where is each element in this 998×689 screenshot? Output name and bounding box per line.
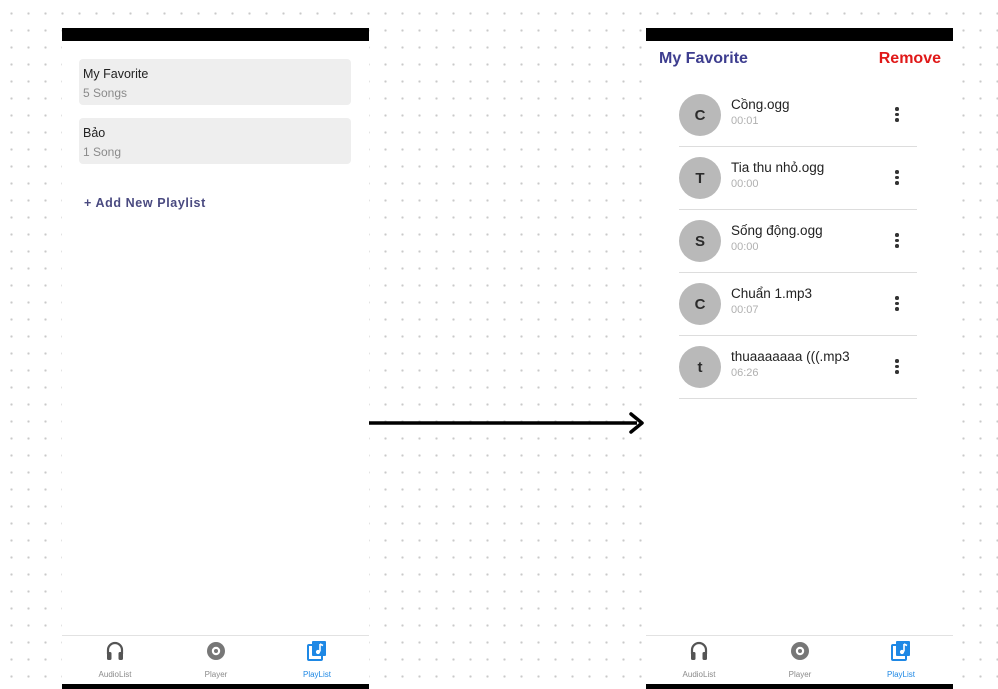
song-title: Cồng.ogg bbox=[731, 97, 790, 112]
nav-audiolist[interactable]: AudioList bbox=[75, 640, 155, 682]
bottom-navigation: AudioList Player PlayList bbox=[62, 635, 369, 684]
song-title: Tia thu nhỏ.ogg bbox=[731, 160, 825, 175]
status-bar bbox=[646, 28, 953, 41]
song-row[interactable]: C Cồng.ogg 00:01 bbox=[679, 84, 917, 147]
bottom-navigation: AudioList Player PlayList bbox=[646, 635, 953, 684]
playlist-card-bao[interactable]: Bảo 1 Song bbox=[79, 118, 351, 164]
playlist-detail-screen: My Favorite Remove C Cồng.ogg 00:01 T Ti… bbox=[646, 28, 953, 689]
status-bar bbox=[62, 28, 369, 41]
home-indicator-bar bbox=[646, 684, 953, 689]
nav-label: Player bbox=[788, 670, 812, 679]
song-avatar: t bbox=[679, 346, 721, 388]
headphones-icon bbox=[106, 641, 124, 660]
playlist-screen: My Favorite 5 Songs Bảo 1 Song + Add New… bbox=[62, 28, 369, 689]
song-avatar: T bbox=[679, 157, 721, 199]
more-options-icon[interactable] bbox=[889, 105, 905, 125]
nav-audiolist[interactable]: AudioList bbox=[659, 640, 739, 682]
nav-player[interactable]: Player bbox=[760, 640, 840, 682]
more-options-icon[interactable] bbox=[889, 168, 905, 188]
nav-label: PlayList bbox=[886, 670, 915, 679]
playlist-title: My Favorite bbox=[659, 50, 748, 67]
nav-label: PlayList bbox=[302, 670, 331, 679]
song-row[interactable]: T Tia thu nhỏ.ogg 00:00 bbox=[679, 147, 917, 210]
song-row[interactable]: S Sống động.ogg 00:00 bbox=[679, 210, 917, 273]
playlist-card-my-favorite[interactable]: My Favorite 5 Songs bbox=[79, 59, 351, 105]
song-title: Chuẩn 1.mp3 bbox=[731, 286, 813, 301]
song-duration: 00:01 bbox=[731, 115, 759, 127]
headphones-icon bbox=[690, 641, 708, 660]
playlist-icon bbox=[891, 641, 910, 661]
playlist-name: My Favorite bbox=[83, 67, 149, 81]
nav-label: AudioList bbox=[98, 670, 132, 679]
playlist-name: Bảo bbox=[83, 126, 106, 140]
playlist-song-count: 1 Song bbox=[83, 145, 122, 159]
playlist-icon bbox=[307, 641, 326, 661]
song-avatar: S bbox=[679, 220, 721, 262]
add-new-playlist-button[interactable]: + Add New Playlist bbox=[84, 196, 206, 210]
transition-arrow bbox=[369, 412, 644, 434]
song-avatar: C bbox=[679, 283, 721, 325]
remove-playlist-button[interactable]: Remove bbox=[879, 50, 941, 68]
song-avatar: C bbox=[679, 94, 721, 136]
song-row[interactable]: C Chuẩn 1.mp3 00:07 bbox=[679, 273, 917, 336]
song-duration: 06:26 bbox=[731, 367, 759, 379]
more-options-icon[interactable] bbox=[889, 231, 905, 251]
nav-playlist[interactable]: PlayList bbox=[277, 640, 357, 682]
disc-icon bbox=[791, 642, 809, 660]
song-duration: 00:00 bbox=[731, 241, 759, 253]
nav-label: AudioList bbox=[682, 670, 716, 679]
more-options-icon[interactable] bbox=[889, 294, 905, 314]
song-row[interactable]: t thuaaaaaaa (((.mp3 06:26 bbox=[679, 336, 917, 399]
more-options-icon[interactable] bbox=[889, 357, 905, 377]
nav-player[interactable]: Player bbox=[176, 640, 256, 682]
nav-playlist[interactable]: PlayList bbox=[861, 640, 941, 682]
nav-label: Player bbox=[204, 670, 228, 679]
song-title: thuaaaaaaa (((.mp3 bbox=[731, 349, 850, 364]
home-indicator-bar bbox=[62, 684, 369, 689]
song-title: Sống động.ogg bbox=[731, 223, 823, 238]
playlist-song-count: 5 Songs bbox=[83, 86, 128, 100]
disc-icon bbox=[207, 642, 225, 660]
song-duration: 00:07 bbox=[731, 304, 759, 316]
song-duration: 00:00 bbox=[731, 178, 759, 190]
